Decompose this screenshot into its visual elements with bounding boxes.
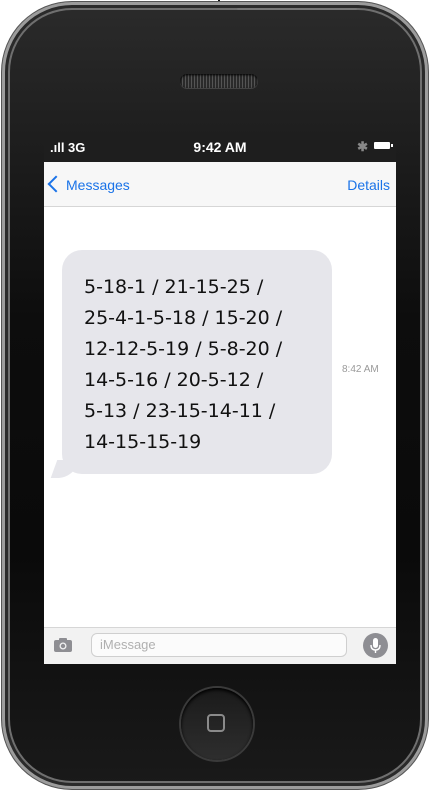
home-button[interactable] (181, 688, 253, 760)
details-button[interactable]: Details (347, 177, 390, 193)
message-input[interactable]: iMessage (91, 633, 347, 657)
status-bar: .ıll 3G 9:42 AM ✱ (44, 132, 396, 162)
back-button[interactable]: Messages (47, 175, 130, 193)
back-label: Messages (66, 177, 130, 193)
home-square-icon (207, 714, 225, 732)
status-time: 9:42 AM (193, 139, 247, 155)
earpiece-speaker (180, 74, 258, 88)
input-bar: iMessage (44, 627, 396, 664)
microphone-button[interactable] (363, 633, 388, 658)
camera-icon[interactable] (54, 638, 72, 652)
phone-screen: .ıll 3G 9:42 AM ✱ Messages Details 5-18-… (44, 132, 396, 664)
phone-frame: .ıll 3G 9:42 AM ✱ Messages Details 5-18-… (2, 2, 428, 789)
message-timestamp: 8:42 AM (342, 364, 379, 375)
chevron-left-icon (47, 175, 65, 193)
microphone-icon (370, 638, 381, 653)
battery-icon (374, 142, 393, 149)
message-bubble[interactable]: 5-18-1 / 21-15-25 / 25-4-1-5-18 / 15-20 … (62, 250, 332, 474)
bluetooth-icon: ✱ (357, 139, 368, 154)
sleep-button[interactable] (237, 8, 357, 10)
nav-bar: Messages Details (44, 162, 396, 207)
